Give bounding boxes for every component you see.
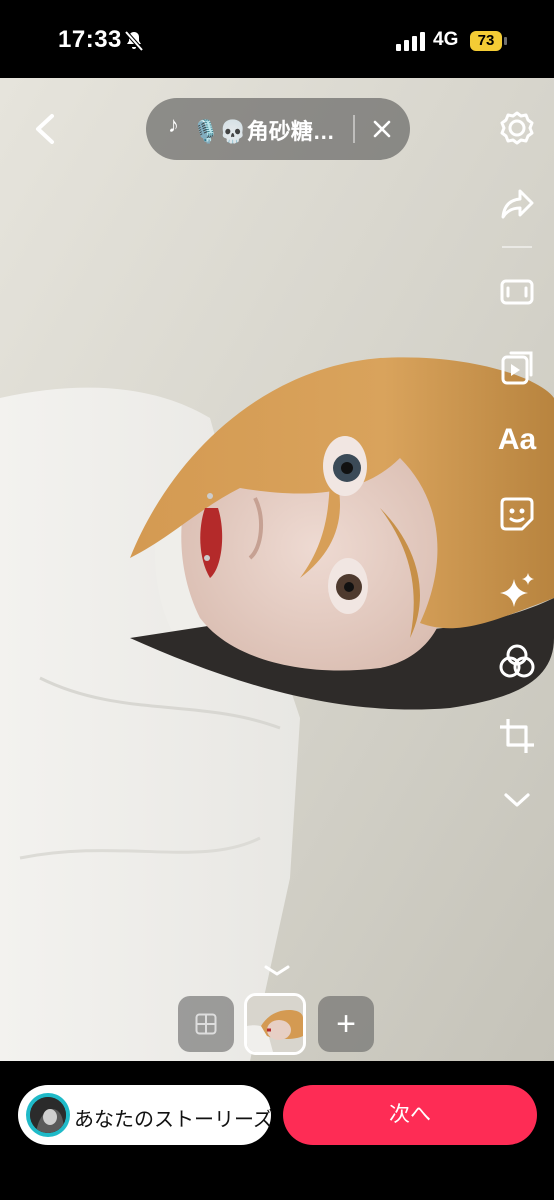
stickers-button[interactable]	[495, 492, 539, 536]
story-label: あなたのストーリーズ	[74, 1109, 273, 1131]
templates-button[interactable]	[495, 346, 539, 390]
gear-icon	[500, 111, 534, 145]
close-icon	[373, 120, 391, 138]
settings-button[interactable]	[495, 106, 539, 150]
sticker-icon	[500, 497, 534, 531]
status-time: 17:33	[58, 26, 122, 53]
music-remove-button[interactable]	[368, 114, 396, 144]
filter-circles-icon	[499, 644, 535, 678]
silent-bell-icon	[124, 30, 144, 52]
video-play-icon	[501, 351, 533, 385]
text-tool-button[interactable]: Aa	[495, 418, 539, 462]
share-arrow-icon	[501, 189, 534, 219]
post-to-story-button[interactable]: あなたのストーリーズ	[18, 1085, 273, 1145]
avatar-image	[30, 1097, 66, 1133]
crop-icon	[500, 719, 534, 753]
toolbar-divider	[502, 246, 532, 248]
crop-button[interactable]	[495, 714, 539, 758]
story-editor-canvas[interactable]	[0, 78, 554, 1061]
next-button[interactable]: 次へ	[283, 1085, 537, 1145]
add-clip-button[interactable]: +	[318, 996, 374, 1052]
clip-thumbnail-image	[247, 996, 303, 1052]
filters-button[interactable]	[495, 640, 539, 684]
music-note-icon: ♪	[168, 112, 179, 137]
grid-icon	[195, 1013, 217, 1035]
status-bar: 17:33 4G 73	[0, 0, 554, 78]
frame-icon	[500, 279, 534, 305]
back-button[interactable]	[30, 112, 60, 146]
aspect-ratio-button[interactable]	[495, 270, 539, 314]
clip-thumbnail[interactable]	[244, 993, 306, 1055]
music-selector[interactable]: ♪ 🎙️💀角砂糖…	[146, 98, 410, 160]
collapse-thumbnails-button[interactable]	[262, 962, 292, 980]
effects-button[interactable]	[495, 568, 539, 612]
more-tools-button[interactable]	[495, 778, 539, 822]
signal-bars-icon	[396, 32, 425, 51]
network-type: 4G	[433, 29, 459, 50]
music-divider	[353, 115, 355, 143]
add-label: +	[336, 1004, 356, 1043]
sparkle-icon	[500, 573, 534, 607]
avatar	[26, 1093, 70, 1137]
photo-preview	[0, 78, 554, 1061]
text-tool-label: Aa	[497, 423, 537, 456]
battery-icon: 73	[470, 31, 502, 51]
battery-nub	[504, 37, 507, 45]
music-title: 🎙️💀角砂糖…	[192, 119, 335, 144]
chevron-down-icon	[504, 793, 530, 807]
share-button[interactable]	[495, 182, 539, 226]
layout-grid-button[interactable]	[178, 996, 234, 1052]
